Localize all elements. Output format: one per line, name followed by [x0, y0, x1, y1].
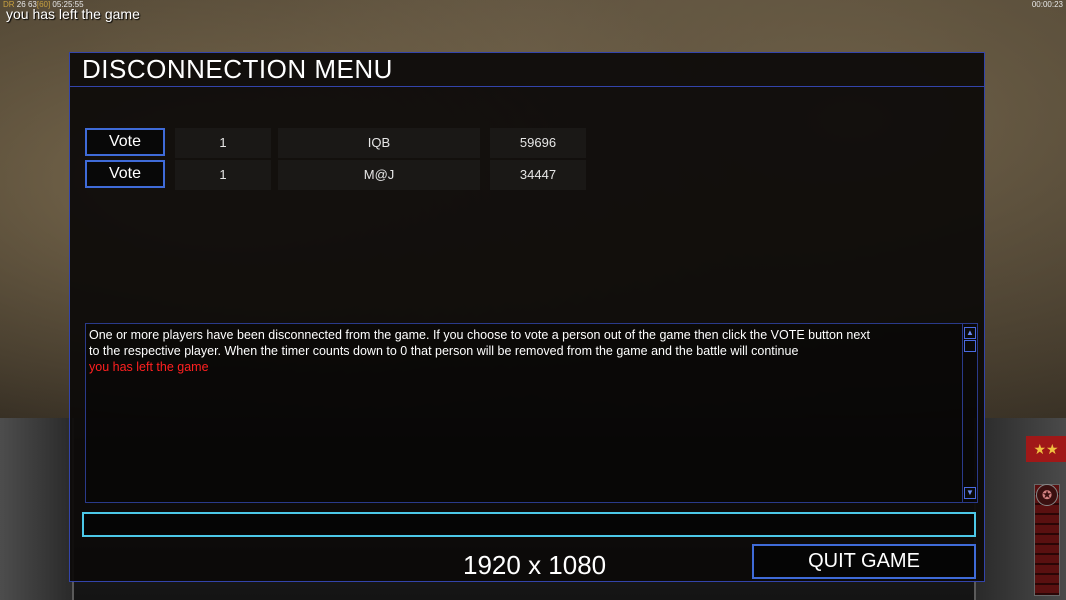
scrollbar[interactable]: ▲ ▼	[962, 324, 977, 502]
message-line: to the respective player. When the timer…	[89, 344, 799, 358]
page-title: DISCONNECTION MENU	[82, 54, 393, 84]
vote-button[interactable]: Vote	[85, 160, 165, 188]
alert-line: you has left the game	[89, 360, 209, 374]
resolution-label: 1920 x 1080	[463, 550, 607, 580]
player-timer: 34447	[490, 160, 586, 190]
chat-input[interactable]	[82, 512, 976, 537]
title-bar: DISCONNECTION MENU	[70, 53, 984, 87]
message-line: One or more players have been disconnect…	[89, 328, 871, 342]
scroll-up-arrow-icon[interactable]: ▲	[964, 327, 976, 339]
radar-star-icon: ✪	[1036, 484, 1058, 506]
control-bar-left-frame	[0, 418, 74, 600]
message-log[interactable]: One or more players have been disconnect…	[85, 323, 978, 503]
rank-stars-icon: ★★	[1026, 436, 1066, 462]
player-name: IQB	[278, 128, 480, 158]
player-slot: 1	[175, 160, 271, 190]
message-text: One or more players have been disconnect…	[89, 327, 961, 375]
vote-button[interactable]: Vote	[85, 128, 165, 156]
quit-game-button[interactable]: QUIT GAME	[752, 544, 976, 579]
player-timer: 59696	[490, 128, 586, 158]
player-name: M@J	[278, 160, 480, 190]
scroll-down-arrow-icon[interactable]: ▼	[964, 487, 976, 499]
game-message: you has left the game	[6, 6, 140, 22]
game-clock: 00:00:23	[1031, 0, 1063, 9]
hud-top: DR 26 63[60] 05:25:55 you has left the g…	[0, 0, 1066, 24]
disconnection-menu: DISCONNECTION MENU Vote 1 IQB 59696 Vote…	[69, 52, 985, 582]
scroll-thumb[interactable]	[964, 340, 976, 352]
player-slot: 1	[175, 128, 271, 158]
